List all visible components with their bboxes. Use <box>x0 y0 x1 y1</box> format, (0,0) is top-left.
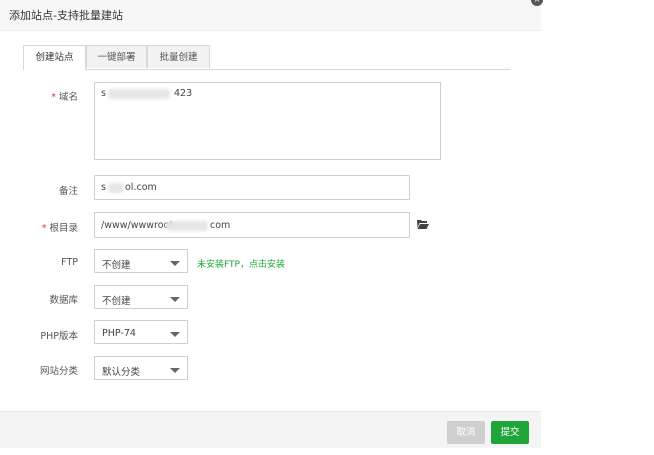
redacted-region <box>108 89 170 99</box>
cancel-button[interactable]: 取消 <box>447 421 485 444</box>
ftp-label: FTP <box>61 257 78 268</box>
add-site-dialog: 添加站点-支持批量建站 × 创建站点 一键部署 批量创建 *域名 s 423 备… <box>0 0 543 448</box>
dialog-footer: 取消 提交 <box>0 411 541 448</box>
php-version-select[interactable]: PHP-74 <box>94 320 188 344</box>
submit-button[interactable]: 提交 <box>491 421 529 444</box>
tab-create-site[interactable]: 创建站点 <box>23 45 86 70</box>
ftp-selected: 不创建 <box>102 260 131 271</box>
caret-down-icon <box>170 332 180 337</box>
remark-value-end: ol.com <box>125 182 157 193</box>
database-label: 数据库 <box>49 295 78 306</box>
php-version-label: PHP版本 <box>40 331 78 342</box>
domain-textarea[interactable]: s 423 <box>94 82 441 160</box>
caret-down-icon <box>170 297 180 302</box>
ftp-install-link[interactable]: 未安装FTP，点击安装 <box>197 257 285 270</box>
ftp-select[interactable]: 不创建 <box>94 249 188 273</box>
dialog-header: 添加站点-支持批量建站 <box>0 0 541 31</box>
redacted-region <box>108 183 124 193</box>
php-selected: PHP-74 <box>102 328 136 339</box>
category-select[interactable]: 默认分类 <box>94 356 188 380</box>
database-selected: 不创建 <box>102 296 131 307</box>
dialog-title: 添加站点-支持批量建站 <box>9 9 123 22</box>
domain-label: * 域名 <box>51 92 78 103</box>
domain-value-start: s <box>101 88 106 99</box>
remark-value-start: s <box>101 182 106 193</box>
domain-value-end: 423 <box>174 88 193 99</box>
root-dir-label: * 根目录 <box>41 223 78 234</box>
category-label: 网站分类 <box>39 366 78 377</box>
tab-bar: 创建站点 一键部署 批量创建 <box>23 45 511 70</box>
tab-one-click-deploy[interactable]: 一键部署 <box>86 45 147 68</box>
tab-batch-create[interactable]: 批量创建 <box>147 45 210 68</box>
caret-down-icon <box>170 261 180 266</box>
category-selected: 默认分类 <box>102 367 141 378</box>
database-select[interactable]: 不创建 <box>94 285 188 309</box>
folder-open-icon[interactable] <box>417 219 429 229</box>
remark-label: 备注 <box>58 186 78 197</box>
root-value-end: com <box>210 220 231 231</box>
root-value-start: /www/wwwroot <box>101 220 174 231</box>
caret-down-icon <box>170 368 180 373</box>
redacted-region <box>166 221 208 231</box>
remark-input[interactable]: s ol.com <box>94 175 410 200</box>
root-dir-input[interactable]: /www/wwwroot com <box>94 212 410 238</box>
